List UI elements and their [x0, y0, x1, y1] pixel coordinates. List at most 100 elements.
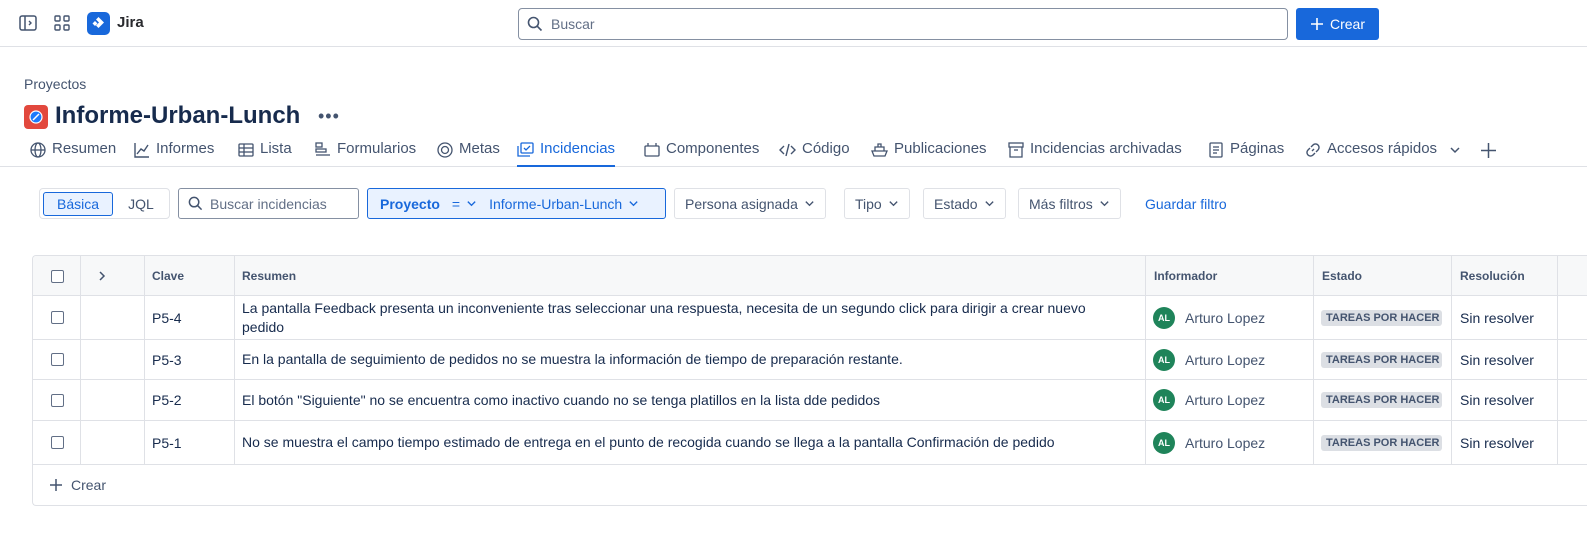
row-checkbox-cell [43, 380, 64, 420]
resolution-value: Sin resolver [1460, 392, 1534, 408]
sidebar-toggle-icon[interactable] [18, 13, 38, 33]
assignee-filter[interactable]: Persona asignada [674, 188, 826, 219]
project-tabs: Resumen Informes Lista Formularios Metas… [0, 140, 1587, 167]
search-mode-toggle: Básica JQL [39, 188, 170, 219]
issue-summary[interactable]: No se muestra el campo tiempo estimado d… [234, 421, 1134, 464]
tab-lista[interactable]: Lista [238, 140, 292, 167]
tab-informes[interactable]: Informes [134, 140, 214, 167]
status-filter-label: Estado [934, 195, 978, 212]
app-name[interactable]: Jira [117, 14, 144, 31]
tab-incidencias-archivadas[interactable]: Incidencias archivadas [1008, 140, 1182, 167]
table-row[interactable]: P5-3 En la pantalla de seguimiento de pe… [33, 340, 1587, 380]
row-checkbox[interactable] [51, 393, 64, 407]
tab-codigo[interactable]: Código [779, 140, 850, 167]
tab-label: Formularios [337, 140, 417, 157]
status-badge[interactable]: TAREAS POR HACER [1321, 351, 1442, 368]
issue-search-input[interactable]: Buscar incidencias [178, 188, 359, 219]
tab-resumen[interactable]: Resumen [30, 140, 116, 167]
components-icon [644, 143, 660, 157]
tab-label: Lista [260, 140, 292, 157]
avatar: AL [1153, 348, 1175, 371]
tab-label: Metas [459, 140, 500, 157]
plus-icon [50, 479, 62, 491]
avatar: AL [1153, 431, 1175, 454]
row-checkbox[interactable] [51, 311, 64, 324]
issue-key[interactable]: P5-2 [144, 380, 182, 420]
project-filter[interactable]: Proyecto = Informe-Urban-Lunch [367, 188, 666, 219]
global-search-input[interactable]: Buscar [518, 8, 1288, 40]
mode-jql-button[interactable]: JQL [116, 192, 166, 216]
reporter-cell: AL Arturo Lopez [1145, 380, 1265, 420]
more-actions-icon[interactable]: ••• [318, 106, 340, 127]
create-button[interactable]: Crear [1296, 8, 1379, 40]
issue-key[interactable]: P5-3 [144, 340, 182, 379]
status-badge[interactable]: TAREAS POR HACER [1321, 392, 1442, 408]
tab-paginas[interactable]: Páginas [1208, 140, 1284, 167]
table-row[interactable]: P5-2 El botón "Siguiente" no se encuentr… [33, 380, 1587, 421]
chevron-down-icon [889, 201, 898, 207]
tab-incidencias[interactable]: Incidencias [517, 140, 616, 167]
search-placeholder: Buscar [551, 16, 595, 32]
issue-summary[interactable]: En la pantalla de seguimiento de pedidos… [234, 340, 1134, 379]
chevron-down-icon [1450, 147, 1460, 154]
type-filter[interactable]: Tipo [844, 188, 910, 219]
issue-key[interactable]: P5-4 [144, 296, 182, 339]
tab-label: Incidencias [540, 140, 616, 157]
row-checkbox-cell [43, 421, 64, 464]
app-switcher-icon[interactable] [52, 13, 72, 33]
link-icon [1306, 143, 1320, 157]
row-checkbox[interactable] [51, 436, 64, 449]
save-filter-link[interactable]: Guardar filtro [1145, 196, 1227, 212]
column-header-summary[interactable]: Resumen [234, 256, 296, 296]
select-all-checkbox[interactable] [51, 269, 64, 283]
tab-metas[interactable]: Metas [437, 140, 500, 167]
create-issue-label: Crear [71, 477, 107, 493]
more-filters-button[interactable]: Más filtros [1018, 188, 1121, 219]
issue-summary[interactable]: El botón "Siguiente" no se encuentra com… [234, 380, 1134, 420]
chevron-right-icon[interactable] [97, 271, 107, 281]
code-icon [779, 143, 796, 157]
status-filter[interactable]: Estado [923, 188, 1006, 219]
status-cell: TAREAS POR HACER [1313, 421, 1442, 464]
tab-publicaciones[interactable]: Publicaciones [871, 140, 987, 167]
table-row[interactable]: P5-1 No se muestra el campo tiempo estim… [33, 421, 1587, 465]
tab-formularios[interactable]: Formularios [315, 140, 416, 167]
tab-label: Código [802, 140, 850, 157]
reporter-name: Arturo Lopez [1185, 309, 1266, 326]
table-row[interactable]: P5-4 La pantalla Feedback presenta un in… [33, 296, 1587, 340]
chevron-down-icon [629, 201, 638, 207]
globe-icon [30, 142, 46, 158]
issues-table: Clave Resumen Informador Estado Resoluci… [32, 255, 1587, 506]
mode-basic-button[interactable]: Básica [43, 192, 113, 216]
create-issue-button[interactable]: Crear [49, 477, 106, 493]
project-filter-value[interactable]: Informe-Urban-Lunch [489, 196, 622, 212]
column-header-reporter[interactable]: Informador [1146, 256, 1217, 296]
tab-label: Publicaciones [894, 140, 987, 157]
status-cell: TAREAS POR HACER [1313, 340, 1442, 379]
jira-logo-icon[interactable] [87, 12, 110, 35]
issue-summary[interactable]: La pantalla Feedback presenta un inconve… [234, 296, 1134, 339]
reporter-cell: AL Arturo Lopez [1145, 340, 1265, 379]
goal-target-icon [437, 142, 453, 158]
row-checkbox[interactable] [51, 353, 64, 366]
column-header-resolution[interactable]: Resolución [1452, 256, 1525, 296]
tab-label: Componentes [666, 140, 760, 157]
avatar: AL [1153, 306, 1175, 329]
reporter-cell: AL Arturo Lopez [1145, 421, 1265, 464]
issue-key[interactable]: P5-1 [144, 421, 182, 464]
resolution-value: Sin resolver [1460, 351, 1534, 368]
page-title: Informe-Urban-Lunch [55, 102, 301, 129]
type-filter-label: Tipo [855, 195, 882, 212]
page-icon [1209, 142, 1223, 158]
tab-accesos-rapidos[interactable]: Accesos rápidos [1305, 140, 1461, 167]
column-header-status[interactable]: Estado [1314, 256, 1362, 296]
status-badge[interactable]: TAREAS POR HACER [1321, 434, 1442, 451]
column-header-key[interactable]: Clave [144, 256, 184, 296]
add-tab-plus-icon[interactable] [1480, 140, 1497, 167]
tab-componentes[interactable]: Componentes [644, 140, 759, 167]
project-filter-operator[interactable]: = [452, 196, 460, 212]
plus-icon [1310, 18, 1323, 30]
breadcrumb-projects[interactable]: Proyectos [24, 76, 86, 92]
status-badge[interactable]: TAREAS POR HACER [1321, 309, 1442, 326]
search-icon [188, 196, 203, 211]
